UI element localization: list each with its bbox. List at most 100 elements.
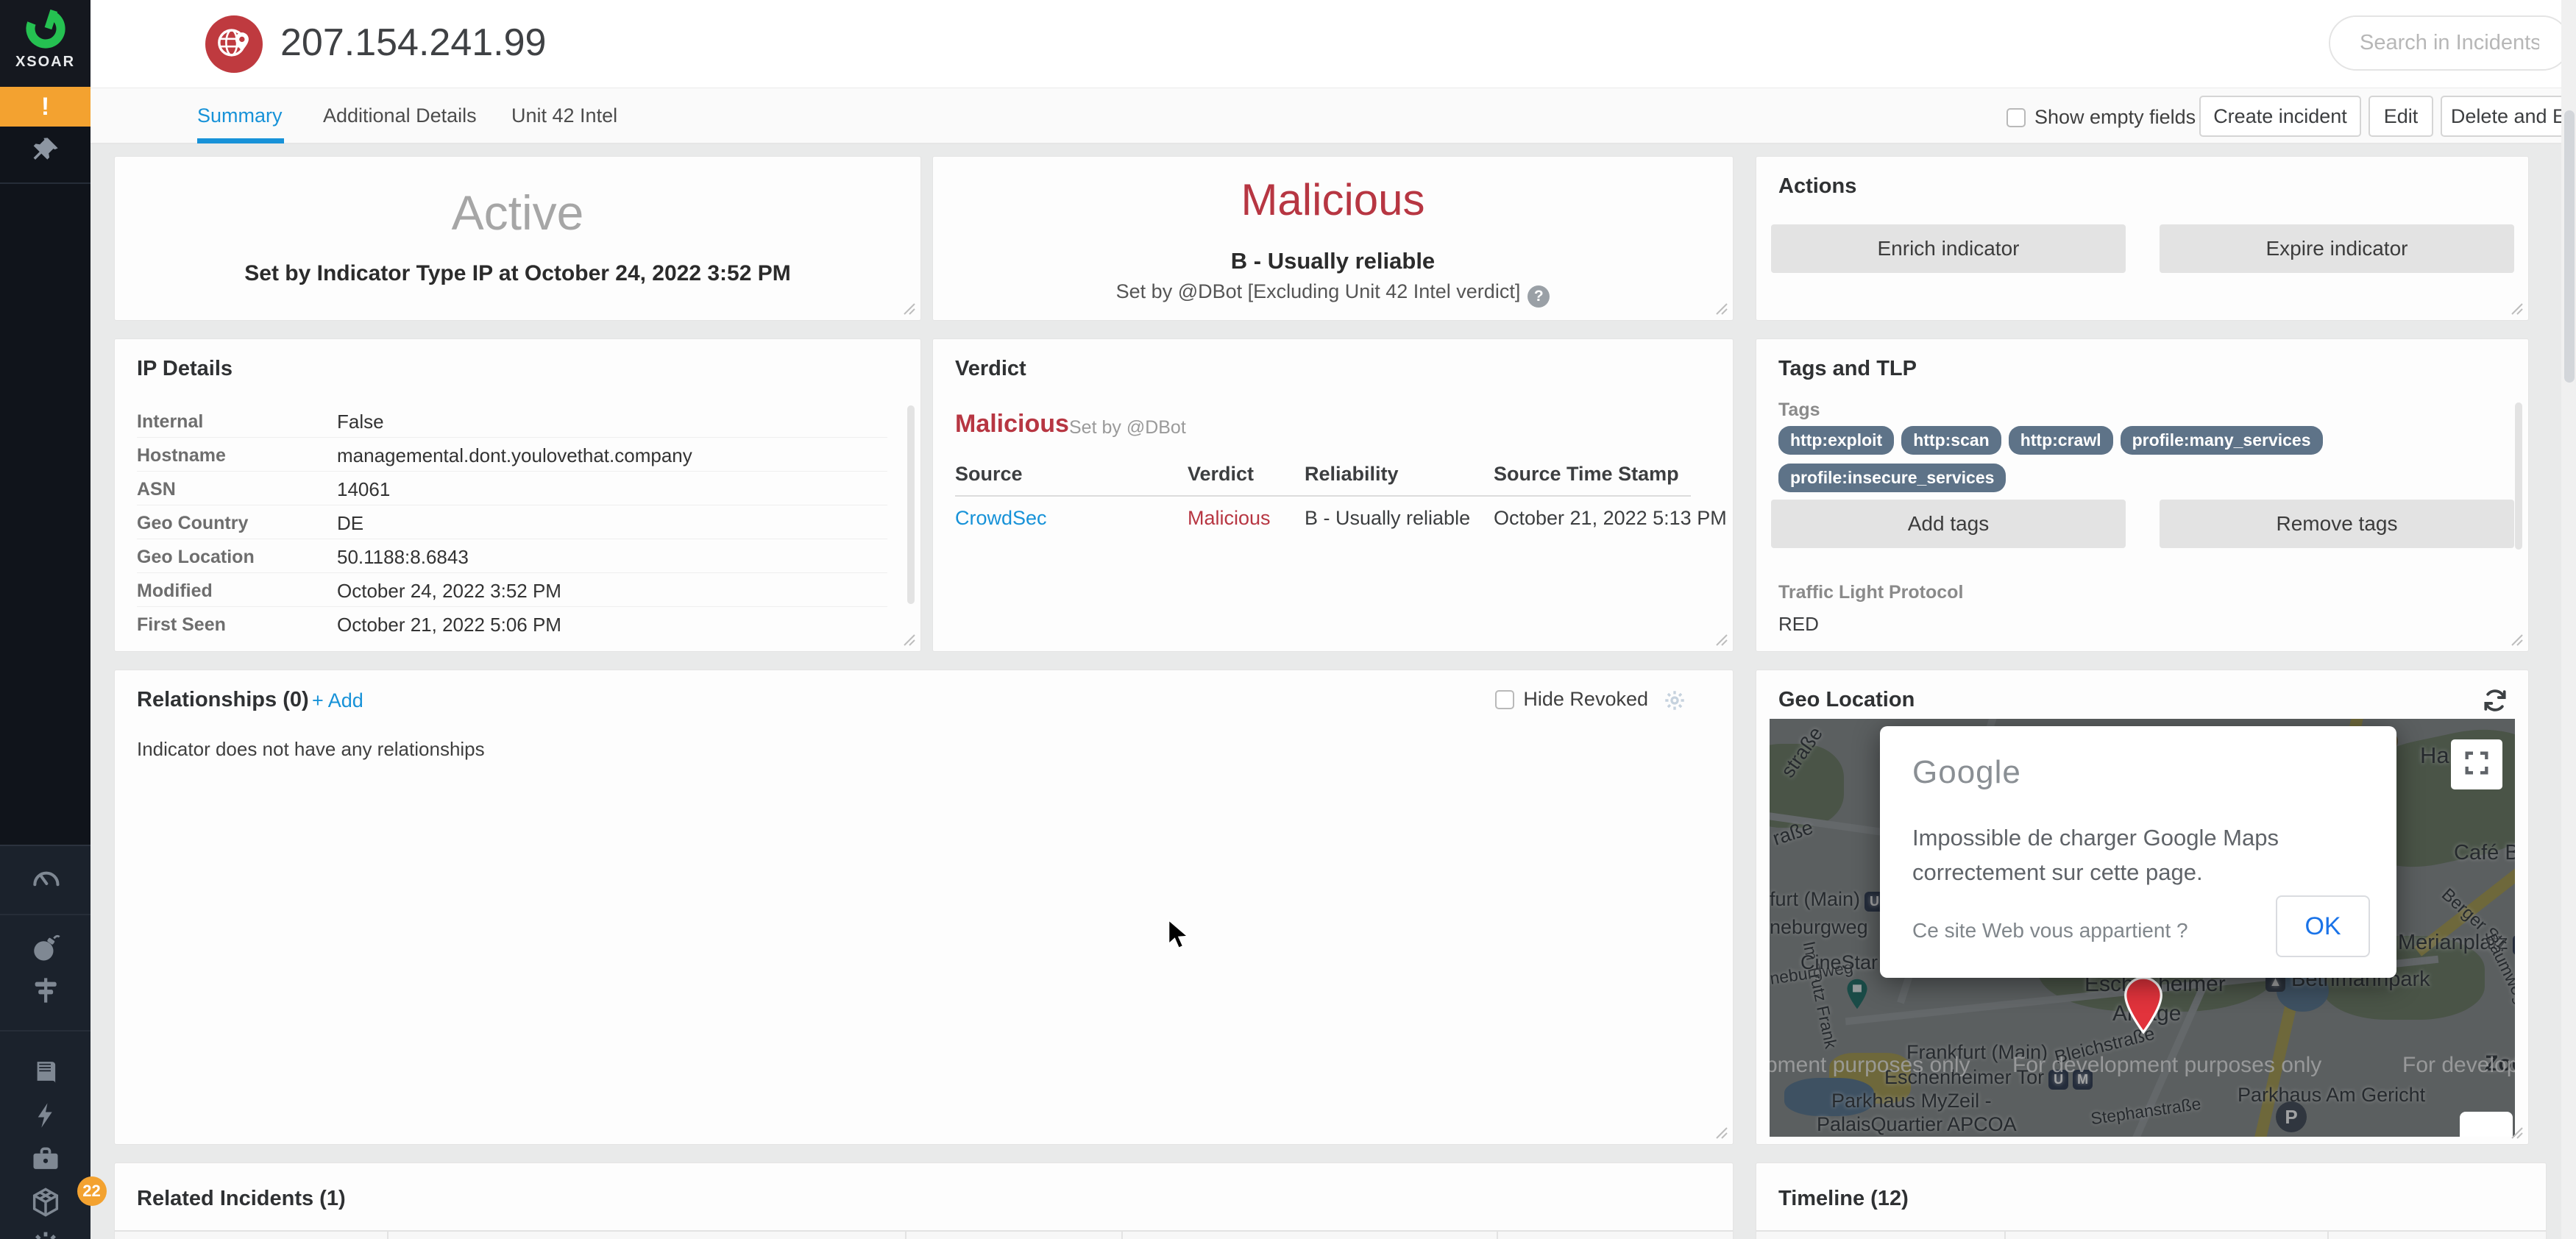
enrich-indicator-button[interactable]: Enrich indicator bbox=[1771, 224, 2126, 273]
table-header-divider bbox=[955, 495, 1691, 497]
row-reliability: B - Usually reliable bbox=[1305, 507, 1470, 530]
resize-handle-icon[interactable] bbox=[2508, 299, 2524, 316]
resize-handle-icon[interactable] bbox=[1712, 299, 1728, 316]
relationships-title: Relationships (0) bbox=[137, 688, 309, 712]
verdict-banner-card: Malicious B - Usually reliable Set by @D… bbox=[932, 156, 1734, 321]
create-incident-button[interactable]: Create incident bbox=[2199, 96, 2361, 137]
tag-pill[interactable]: http:crawl bbox=[2009, 426, 2113, 455]
delete-and-exclude-button[interactable]: Delete and Exclude bbox=[2441, 96, 2576, 137]
tag-pill[interactable]: http:scan bbox=[1901, 426, 2001, 455]
map-pin-icon bbox=[2123, 975, 2164, 1039]
map-zoom-out-button[interactable] bbox=[2460, 1112, 2513, 1137]
verdict-card-value: Malicious bbox=[955, 410, 1069, 439]
sidebar-divider bbox=[0, 1030, 91, 1032]
dialog-question-link[interactable]: Ce site Web vous appartient ? bbox=[1912, 919, 2188, 942]
table-column-divider bbox=[387, 1232, 388, 1239]
tag-pill[interactable]: http:exploit bbox=[1778, 426, 1894, 455]
xsoar-logo[interactable]: XSOAR bbox=[0, 0, 91, 87]
google-maps-error-dialog: Google Impossible de charger Google Maps… bbox=[1880, 726, 2396, 978]
edit-button[interactable]: Edit bbox=[2369, 96, 2433, 137]
search-container bbox=[2329, 15, 2570, 71]
ip-detail-row: ModifiedOctober 24, 2022 3:52 PM bbox=[137, 573, 887, 607]
ip-detail-row: Geo CountryDE bbox=[137, 505, 887, 539]
marketplace-badge: 22 bbox=[77, 1176, 107, 1206]
xsoar-indicator-page: XSOAR ! bbox=[0, 0, 2576, 1239]
expire-indicator-button[interactable]: Expire indicator bbox=[2160, 224, 2514, 273]
sidebar-item-dashboard[interactable] bbox=[0, 859, 91, 901]
mouse-cursor bbox=[1167, 918, 1193, 957]
col-source: Source bbox=[955, 463, 1023, 486]
book-icon bbox=[30, 1057, 61, 1092]
verdict-card: Verdict Malicious Set by @DBot Source Ve… bbox=[932, 338, 1734, 652]
verdict-reliability: B - Usually reliable bbox=[933, 248, 1733, 274]
indicator-type-badge bbox=[205, 15, 263, 73]
sidebar-item-jobs[interactable] bbox=[0, 1140, 91, 1182]
sidebar-divider bbox=[0, 914, 91, 915]
card-scrollbar[interactable] bbox=[2515, 402, 2522, 550]
verdict-card-set-by: Set by @DBot bbox=[1069, 417, 1186, 439]
ip-detail-row: Geo Location50.1188:8.6843 bbox=[137, 539, 887, 573]
page-scrollbar-thumb[interactable] bbox=[2564, 110, 2575, 383]
resize-handle-icon[interactable] bbox=[900, 631, 916, 647]
hide-revoked-checkbox[interactable] bbox=[1495, 690, 1514, 709]
geo-location-card: Geo Location straße raße furt (Main)UM n… bbox=[1756, 670, 2529, 1145]
map-fullscreen-button[interactable] bbox=[2451, 739, 2502, 789]
resize-handle-icon[interactable] bbox=[2508, 631, 2524, 647]
related-incidents-table-header bbox=[115, 1230, 1733, 1239]
active-tab-underline bbox=[197, 138, 284, 143]
tab-unit42-intel[interactable]: Unit 42 Intel bbox=[511, 88, 617, 143]
resize-handle-icon[interactable] bbox=[900, 299, 916, 316]
sidebar-item-automation[interactable] bbox=[0, 1096, 91, 1137]
row-verdict: Malicious bbox=[1188, 507, 1271, 530]
xsoar-logo-icon bbox=[0, 7, 91, 54]
ip-detail-row: First SeenOctober 21, 2022 5:06 PM bbox=[137, 607, 887, 641]
resize-handle-icon[interactable] bbox=[1712, 1123, 1728, 1140]
gauge-icon bbox=[29, 862, 62, 898]
hide-revoked-toggle[interactable]: Hide Revoked bbox=[1495, 688, 1648, 711]
card-scrollbar[interactable] bbox=[907, 405, 915, 604]
package-icon: 22 bbox=[29, 1185, 63, 1223]
sidebar: XSOAR ! bbox=[0, 0, 91, 1239]
relationships-settings-gear-icon[interactable] bbox=[1662, 688, 1687, 717]
tag-pill[interactable]: profile:many_services bbox=[2121, 426, 2323, 455]
timeline-card: Timeline (12) bbox=[1756, 1162, 2547, 1239]
remove-tags-button[interactable]: Remove tags bbox=[2160, 500, 2514, 548]
sidebar-item-playbooks[interactable] bbox=[0, 1054, 91, 1095]
related-incidents-title: Related Incidents (1) bbox=[137, 1187, 346, 1211]
sidebar-item-incidents[interactable] bbox=[0, 929, 91, 970]
tag-pill[interactable]: profile:insecure_services bbox=[1778, 464, 2006, 492]
ip-detail-row: ASN14061 bbox=[137, 472, 887, 505]
sidebar-item-settings[interactable] bbox=[0, 1226, 91, 1239]
refresh-icon[interactable] bbox=[2481, 686, 2509, 718]
col-verdict: Verdict bbox=[1188, 463, 1254, 486]
help-icon[interactable]: ? bbox=[1527, 285, 1550, 308]
sidebar-item-indicators[interactable] bbox=[0, 971, 91, 1012]
related-incidents-card: Related Incidents (1) bbox=[114, 1162, 1734, 1239]
google-map[interactable]: straße raße furt (Main)UM neburgweg nebu… bbox=[1770, 719, 2515, 1137]
pin-sidebar-button[interactable] bbox=[0, 131, 91, 172]
show-empty-fields-toggle[interactable]: Show empty fields bbox=[2006, 106, 2196, 129]
table-column-divider bbox=[2004, 1232, 2006, 1239]
timeline-table-header bbox=[1756, 1230, 2546, 1239]
tab-summary[interactable]: Summary bbox=[197, 88, 283, 143]
sidebar-item-marketplace[interactable]: 22 bbox=[0, 1183, 91, 1224]
resize-handle-icon[interactable] bbox=[1712, 631, 1728, 647]
show-empty-fields-label: Show empty fields bbox=[2034, 106, 2196, 129]
show-empty-fields-checkbox[interactable] bbox=[2006, 108, 2026, 127]
page-scrollbar[interactable] bbox=[2561, 0, 2576, 1239]
add-tags-button[interactable]: Add tags bbox=[1771, 500, 2126, 548]
indicator-status: Active bbox=[115, 185, 920, 241]
ip-details-title: IP Details bbox=[137, 357, 233, 381]
table-column-divider bbox=[2327, 1232, 2329, 1239]
tab-additional-details[interactable]: Additional Details bbox=[323, 88, 477, 143]
add-relationship-link[interactable]: + Add bbox=[312, 689, 363, 712]
alert-banner[interactable]: ! bbox=[0, 87, 91, 127]
source-link[interactable]: CrowdSec bbox=[955, 507, 1047, 530]
search-input[interactable] bbox=[2330, 17, 2569, 69]
dialog-ok-button[interactable]: OK bbox=[2276, 895, 2370, 957]
tlp-label: Traffic Light Protocol bbox=[1778, 582, 1963, 603]
globe-pin-icon bbox=[215, 24, 253, 65]
tab-bar: Summary Additional Details Unit 42 Intel… bbox=[91, 88, 2576, 144]
google-logo: Google bbox=[1912, 754, 2021, 791]
table-column-divider bbox=[1497, 1232, 1498, 1239]
